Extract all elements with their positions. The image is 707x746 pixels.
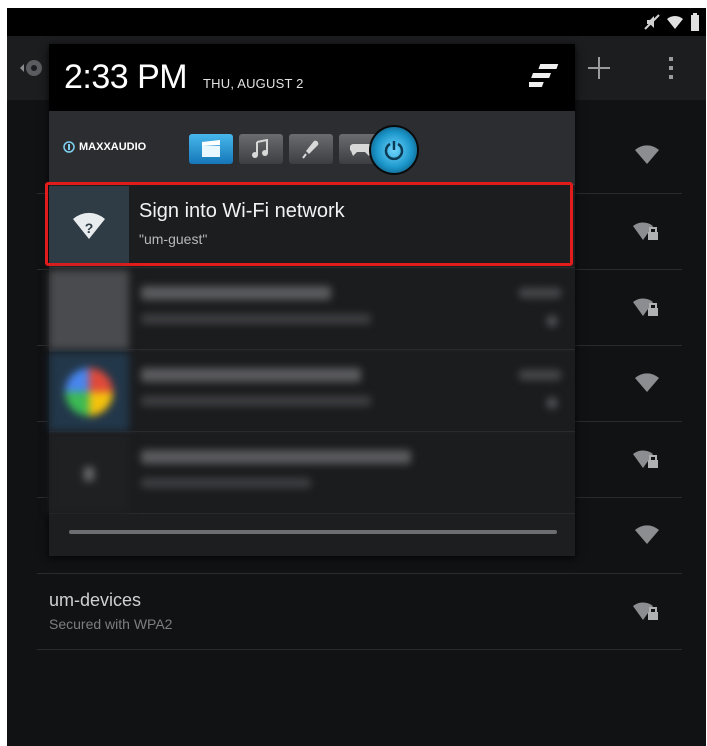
wifi-network-row-um-devices[interactable]: um-devices Secured with WPA2 — [37, 574, 682, 650]
status-bar — [7, 8, 706, 36]
maxxaudio-power-button[interactable] — [369, 125, 419, 175]
maxxaudio-logo: MAXXAUDIO — [63, 141, 146, 153]
blurred-notification[interactable] — [49, 270, 575, 350]
network-name: um-devices — [49, 590, 142, 610]
wifi-signal-icon — [634, 524, 660, 551]
shade-drag-handle[interactable] — [69, 530, 557, 534]
device-screen: um-devices Secured with WPA2 2:33 PM THU… — [7, 8, 706, 746]
voice-icon — [302, 140, 319, 159]
blurred-notification-content — [49, 270, 575, 350]
maxxaudio-widget: MAXXAUDIO — [49, 111, 575, 185]
notification-shade: 2:33 PM THU, AUGUST 2 MAXXAUDIO ? Sign i… — [45, 44, 575, 556]
blurred-notification[interactable] — [49, 352, 575, 432]
wifi-lock-icon — [632, 448, 660, 475]
wifi-sign-in-notification[interactable]: ? Sign into Wi-Fi network "um-guest" — [45, 182, 575, 268]
date[interactable]: THU, AUGUST 2 — [203, 76, 304, 91]
music-icon — [252, 139, 268, 158]
wifi-lock-icon — [632, 600, 660, 627]
blurred-notification-content — [49, 352, 575, 432]
movie-preset-button[interactable] — [189, 134, 233, 164]
shade-header: 2:33 PM THU, AUGUST 2 — [49, 44, 575, 111]
blurred-notification-content — [49, 434, 575, 514]
wifi-lock-icon — [632, 220, 660, 247]
clear-all-notifications-icon[interactable] — [523, 62, 561, 92]
maxxaudio-wave-icon — [63, 141, 75, 153]
highlight-outline — [45, 182, 573, 266]
music-preset-button[interactable] — [239, 134, 283, 164]
wifi-icon — [666, 14, 684, 35]
clock[interactable]: 2:33 PM — [64, 58, 188, 97]
overflow-menu-icon[interactable] — [649, 46, 693, 90]
blurred-notification[interactable] — [49, 434, 575, 514]
power-icon — [384, 141, 404, 161]
battery-icon — [690, 13, 700, 36]
voice-preset-button[interactable] — [289, 134, 333, 164]
mute-icon — [644, 14, 660, 35]
settings-icon[interactable] — [7, 46, 51, 90]
maxxaudio-brand: MAXXAUDIO — [79, 141, 147, 153]
wifi-signal-icon — [634, 372, 660, 399]
wifi-lock-icon — [632, 296, 660, 323]
movie-icon — [202, 140, 220, 157]
add-icon[interactable] — [577, 46, 621, 90]
wifi-signal-icon — [634, 144, 660, 171]
network-security: Secured with WPA2 — [49, 616, 173, 632]
